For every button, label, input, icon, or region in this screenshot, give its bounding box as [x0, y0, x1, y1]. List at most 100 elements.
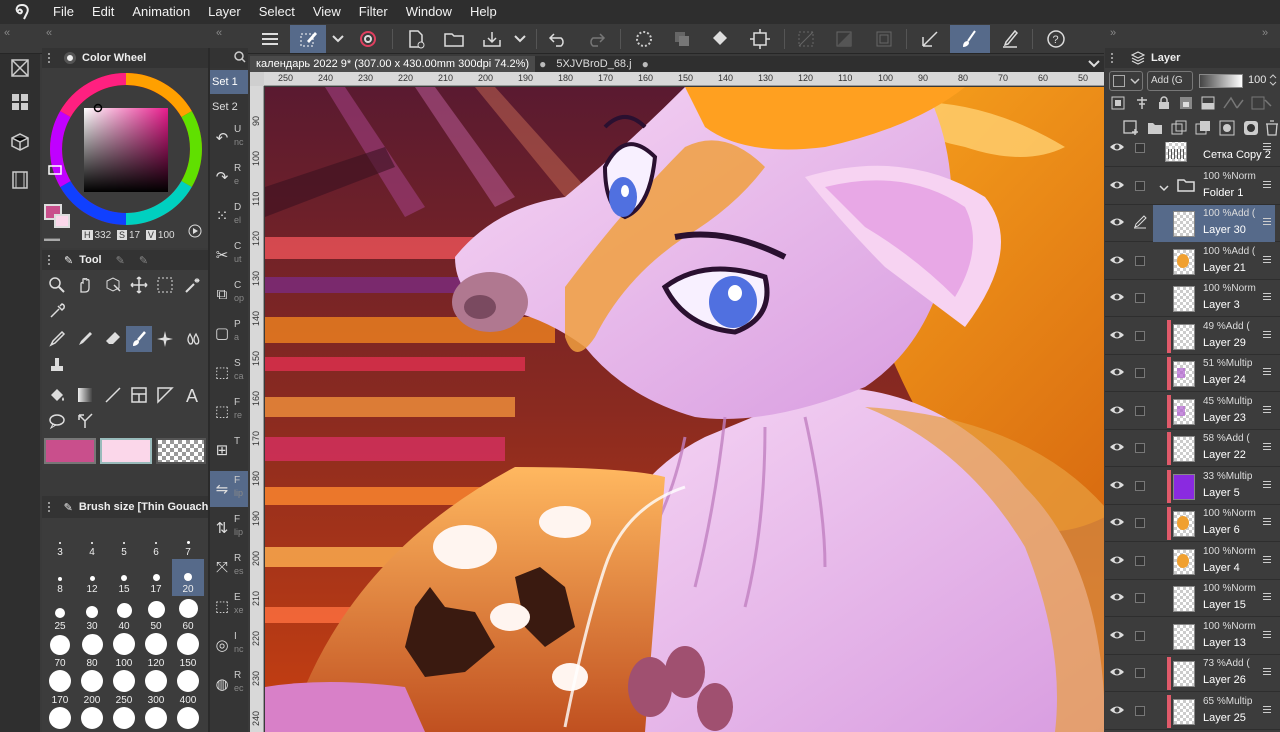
drawing-canvas[interactable]: [265, 87, 1105, 732]
redo-icon[interactable]: [578, 25, 614, 53]
chevron-down-icon[interactable]: [326, 25, 350, 53]
material-icon[interactable]: [6, 88, 34, 116]
layer-checkbox[interactable]: [1135, 405, 1145, 416]
set-tab-2[interactable]: Set 2: [210, 95, 248, 119]
layer-checkbox[interactable]: [1135, 668, 1145, 678]
layer-row-body[interactable]: 100 %Norm Layer 6: [1153, 505, 1275, 542]
new-raster-layer-icon[interactable]: [1123, 120, 1139, 139]
sub-color-box[interactable]: [100, 438, 152, 464]
layer-checkbox[interactable]: [1135, 443, 1145, 453]
brush-size-option[interactable]: 150: [172, 633, 204, 670]
menu-select[interactable]: Select: [250, 0, 304, 24]
collapse-left-icon[interactable]: «: [4, 27, 10, 39]
eraser-tool-icon[interactable]: [100, 326, 126, 352]
visibility-eye-icon[interactable]: [1109, 179, 1125, 193]
drag-handle-icon[interactable]: [48, 53, 58, 63]
layer-row-body[interactable]: 100 %Add (Layer 21: [1153, 243, 1275, 280]
menu-animation[interactable]: Animation: [123, 0, 199, 24]
visibility-eye-icon[interactable]: [1109, 441, 1125, 455]
brush-size-option[interactable]: 40: [108, 596, 140, 633]
layer-checkbox[interactable]: [1135, 330, 1145, 341]
layer-row[interactable]: 49 %Add (Layer 29: [1105, 318, 1280, 355]
set-tab-1[interactable]: Set 1: [210, 70, 248, 94]
subtool-item[interactable]: ◍ Rec: [210, 666, 248, 702]
brush-size-option[interactable]: 25: [44, 596, 76, 633]
layer-row-body[interactable]: 100 %Norm Folder 1: [1153, 168, 1275, 205]
layer-row-body[interactable]: 49 %Add (Layer 29: [1153, 318, 1275, 355]
frame-tool-icon[interactable]: [126, 382, 152, 408]
layer-checkbox[interactable]: [1135, 180, 1145, 191]
trash-icon[interactable]: [1265, 120, 1279, 139]
mask-icon[interactable]: [866, 25, 902, 53]
navigator-icon[interactable]: [6, 54, 34, 82]
new-folder-icon[interactable]: [1147, 120, 1163, 139]
collapse-right-icon-2[interactable]: »: [1262, 27, 1268, 39]
layer-menu-icon[interactable]: [1263, 555, 1271, 566]
lock-alpha-icon[interactable]: [1179, 96, 1193, 113]
brush-size-option[interactable]: [140, 707, 172, 732]
color-wheel[interactable]: [46, 70, 206, 230]
brush-size-option[interactable]: 8: [44, 559, 76, 596]
drag-handle-icon[interactable]: [48, 255, 58, 265]
visibility-eye-icon[interactable]: [1109, 479, 1125, 493]
visibility-eye-icon[interactable]: [1109, 516, 1125, 530]
brush-size-option[interactable]: 300: [140, 670, 172, 707]
brush-size-option[interactable]: [108, 707, 140, 732]
brush-size-option[interactable]: 170: [44, 670, 76, 707]
lasso-icon[interactable]: [350, 25, 386, 53]
pen-snap-icon[interactable]: [992, 25, 1028, 53]
hand-tool-icon[interactable]: [72, 272, 98, 298]
layer-menu-icon[interactable]: [1263, 668, 1271, 678]
reference-layer-icon[interactable]: [1111, 96, 1125, 113]
pencil-tool-icon[interactable]: [72, 326, 98, 352]
layer-row[interactable]: 100 %Norm Layer 4: [1105, 543, 1280, 580]
visibility-eye-icon[interactable]: [1109, 666, 1125, 680]
layer-row[interactable]: 33 %Multip Layer 5: [1105, 468, 1280, 505]
pen-tool-icon[interactable]: [44, 326, 70, 352]
layer-menu-icon[interactable]: [1263, 143, 1271, 153]
merge-layer-icon[interactable]: [1195, 120, 1211, 139]
layer-menu-icon[interactable]: [1263, 293, 1271, 303]
new-file-icon[interactable]: [398, 25, 434, 53]
layer-row-body[interactable]: 51 %Multip Layer 24: [1153, 355, 1275, 392]
opacity-spinner-icon[interactable]: [1269, 73, 1277, 90]
menu-window[interactable]: Window: [397, 0, 461, 24]
layer-menu-icon[interactable]: [1263, 330, 1271, 341]
opacity-slider[interactable]: [1199, 74, 1243, 88]
brush-size-option[interactable]: 12: [76, 559, 108, 596]
layer-checkbox[interactable]: [1135, 630, 1145, 641]
marquee-tool-icon[interactable]: [152, 272, 178, 298]
layer-row-body[interactable]: 45 %Multip Layer 23: [1153, 393, 1275, 430]
layer-row-body[interactable]: 100 %Norm Layer 15: [1153, 580, 1275, 617]
layer-row[interactable]: 51 %Multip Layer 24: [1105, 355, 1280, 392]
fill-tool-icon[interactable]: [44, 382, 70, 408]
subtool-item[interactable]: ✂ Cut: [210, 237, 248, 273]
brush-size-option[interactable]: 250: [108, 670, 140, 707]
transparent-color-icon[interactable]: ▬▬: [44, 234, 60, 243]
menu-view[interactable]: View: [304, 0, 350, 24]
stamp-tool-icon[interactable]: [44, 352, 70, 378]
brush-size-option[interactable]: [76, 707, 108, 732]
layer-menu-icon[interactable]: [1263, 218, 1271, 228]
layer-row[interactable]: 100 %NormalСетка Copy 2: [1105, 142, 1280, 167]
brush-size-option[interactable]: 200: [76, 670, 108, 707]
brush-size-option[interactable]: 17: [140, 559, 172, 596]
lock-icon[interactable]: [1157, 96, 1171, 113]
hamburger-menu-icon[interactable]: [252, 25, 288, 53]
brush-size-option[interactable]: 400: [172, 670, 204, 707]
document-tab-active[interactable]: календарь 2022 9* (307.00 x 430.00mm 300…: [250, 56, 536, 72]
layer-row[interactable]: 100 %Norm Layer 15: [1105, 580, 1280, 617]
line-tool-icon[interactable]: [100, 382, 126, 408]
visibility-eye-icon[interactable]: [1109, 291, 1125, 305]
layer-row[interactable]: 100 %Norm Folder 1: [1105, 168, 1280, 205]
drag-handle-icon[interactable]: [48, 502, 58, 512]
eyedropper-icon[interactable]: [44, 298, 70, 324]
ruler-snap-icon[interactable]: [912, 25, 948, 53]
correct-line-tool-icon[interactable]: [72, 408, 98, 434]
layer-checkbox[interactable]: [1135, 480, 1145, 491]
brush-size-option[interactable]: 80: [76, 633, 108, 670]
palette-icon[interactable]: [1251, 96, 1273, 113]
brush-size-option[interactable]: 15: [108, 559, 140, 596]
layer-row[interactable]: 100 %Norm Layer 3: [1105, 280, 1280, 317]
layer-row[interactable]: 73 %Add (Layer 26: [1105, 655, 1280, 692]
